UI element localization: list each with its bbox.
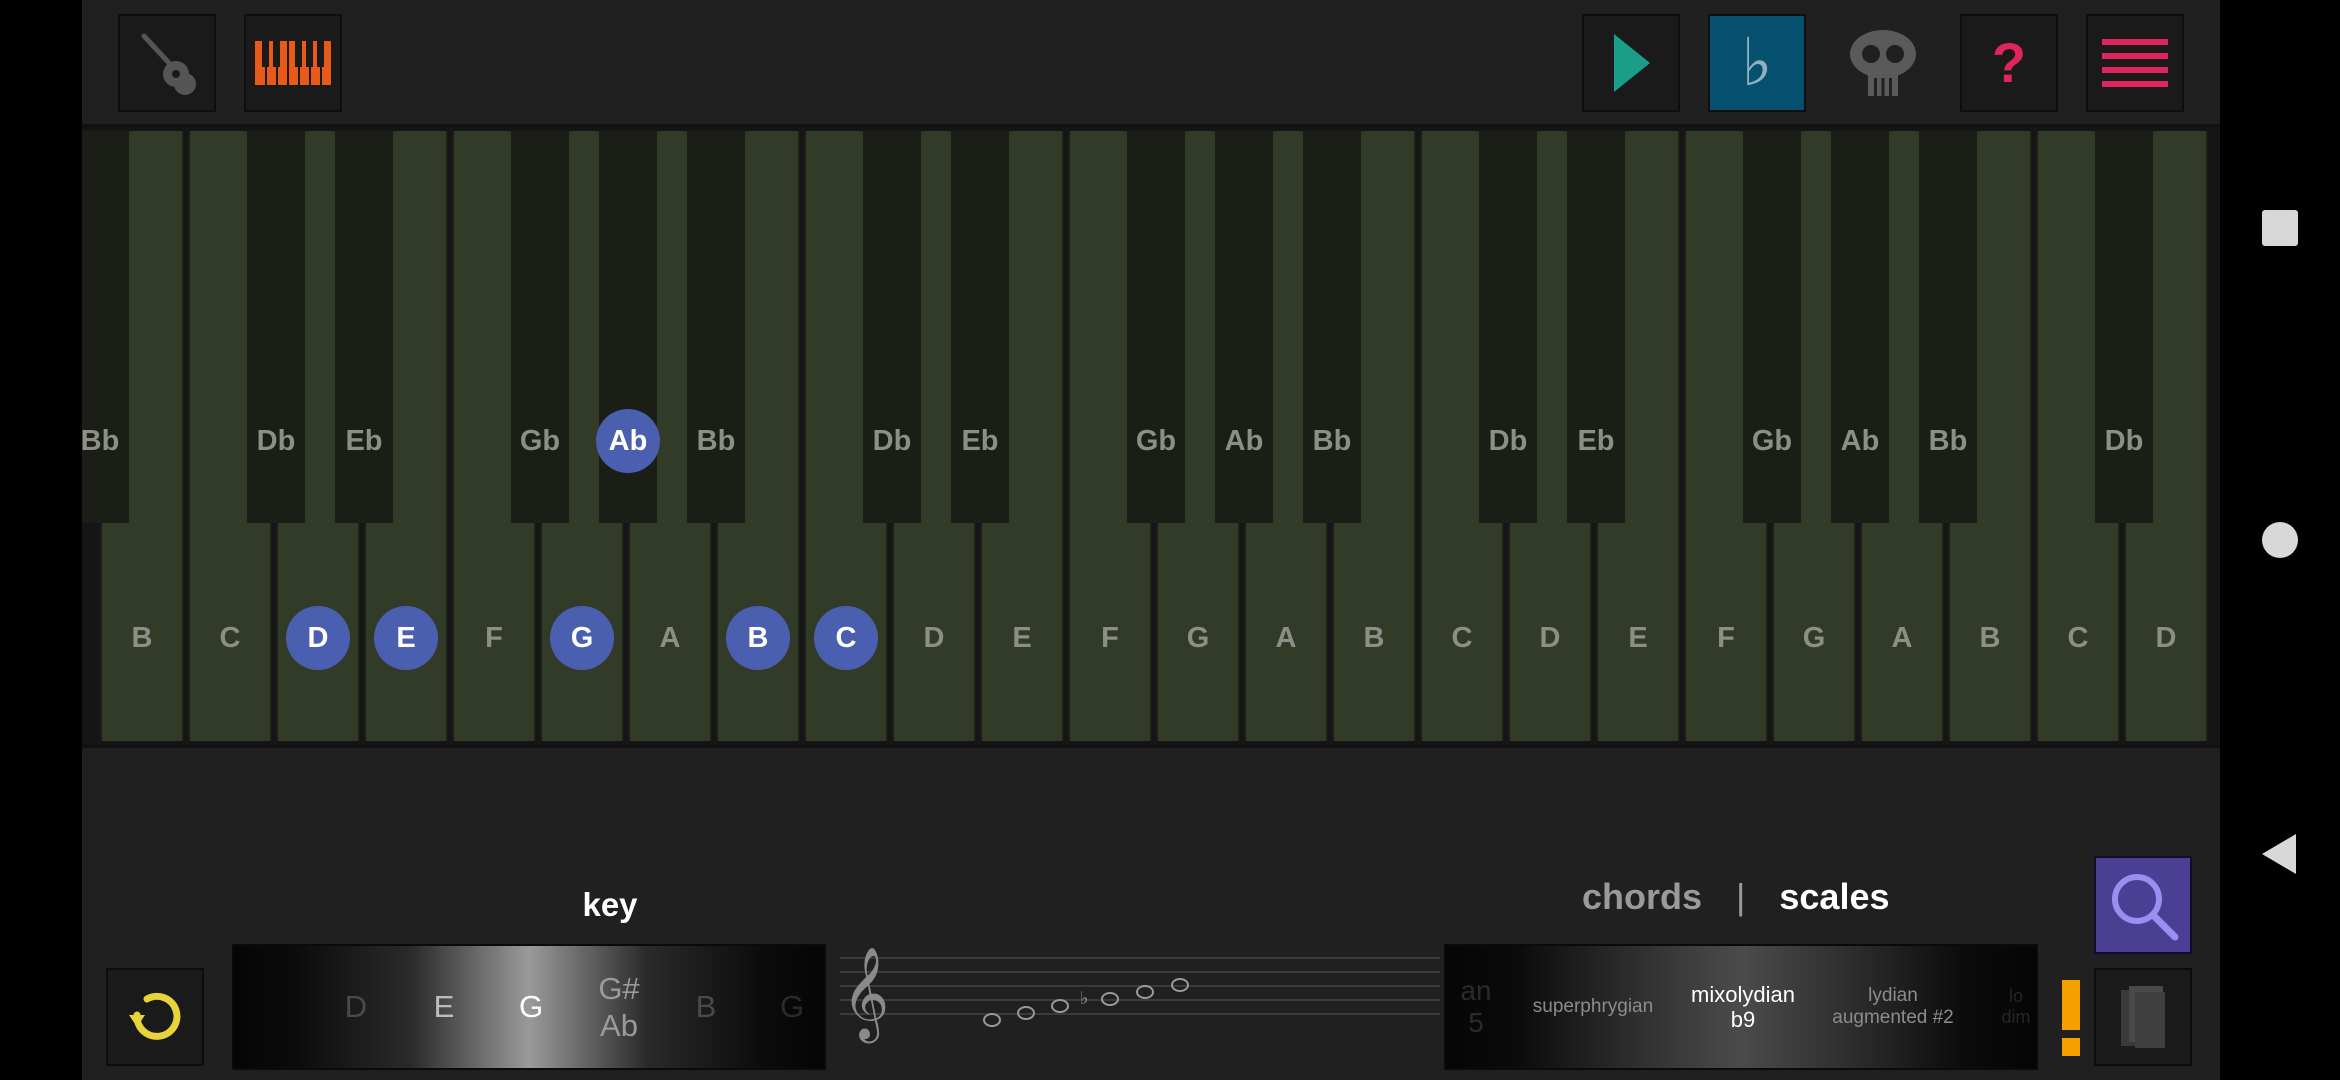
white-key-label: C <box>814 606 878 670</box>
key-label: key <box>582 886 638 923</box>
white-key-label: E <box>1628 621 1648 654</box>
white-key-label: D <box>2155 621 2177 654</box>
music-staff: 𝄞 ♭ <box>840 946 1440 1043</box>
white-key-label: C <box>2067 621 2089 654</box>
white-key-label: E <box>374 606 438 670</box>
black-key-label: Bb <box>696 424 736 457</box>
skull-button[interactable] <box>1834 14 1932 112</box>
black-key-label: Bb <box>1928 424 1968 457</box>
piano-mode-button[interactable] <box>244 14 342 112</box>
black-key-label: Eb <box>1577 424 1615 457</box>
white-key-label: G <box>1186 621 1210 654</box>
white-key-label: F <box>485 621 503 654</box>
white-key-label: A <box>659 621 681 654</box>
undo-button[interactable] <box>106 968 204 1066</box>
piano-keyboard[interactable]: B C D E F G A B C D E F G A B C D E F G A B C D Bb Db Eb Gb Ab Bb Db Eb… <box>82 124 2220 748</box>
back-icon[interactable] <box>2260 832 2300 876</box>
tab-chords[interactable]: chords <box>1582 876 1702 918</box>
guitar-icon <box>141 33 196 95</box>
white-key-label: C <box>219 621 241 654</box>
tab-scales[interactable]: scales <box>1779 876 1889 918</box>
menu-button[interactable] <box>2086 14 2184 112</box>
piano-icon <box>255 41 331 85</box>
key-option-selected[interactable]: G <box>491 946 571 1068</box>
scale-picker-wheel[interactable]: an 5 superphrygian mixolydian b9 lydian aug… <box>1444 944 2038 1070</box>
search-icon <box>2112 874 2179 941</box>
white-key-label: C <box>1451 621 1473 654</box>
black-key-label: Db <box>872 424 912 457</box>
flat-toggle-button[interactable]: ♭ <box>1708 14 1806 112</box>
help-icon: ? <box>1991 31 2027 94</box>
tab-separator: | <box>1736 876 1746 917</box>
recents-icon[interactable] <box>2260 208 2300 248</box>
chords-scales-tabs: chords | scales <box>1582 872 1890 922</box>
black-key-label: Db <box>1488 424 1528 457</box>
flat-sign: ♭ <box>1080 988 1089 1009</box>
white-key-label: F <box>1101 621 1119 654</box>
white-key-label: A <box>1275 621 1297 654</box>
black-key-label: Gb <box>1751 424 1793 457</box>
undo-icon <box>129 992 181 1040</box>
key-option[interactable]: D <box>316 946 396 1068</box>
key-option[interactable]: G <box>752 946 824 1068</box>
white-key-label: A <box>1891 621 1913 654</box>
white-key-label: D <box>1539 621 1561 654</box>
app-window: ♭ ? B C D E F G A B C D E F G A B C D E F G A B C D Bb Db Eb Gb Ab Bb… <box>82 0 2220 1080</box>
treble-clef-icon: 𝄞 <box>842 946 889 1043</box>
white-key-label: B <box>1363 621 1385 654</box>
skull-icon <box>1850 30 1916 96</box>
help-button[interactable]: ? <box>1960 14 2058 112</box>
home-icon[interactable] <box>2260 520 2300 560</box>
search-button[interactable] <box>2094 856 2192 954</box>
black-key-label: Bb <box>1312 424 1352 457</box>
white-key-label: D <box>286 606 350 670</box>
guitar-mode-button[interactable] <box>118 14 216 112</box>
black-key-label: Ab <box>1840 424 1880 457</box>
white-key-label: E <box>1012 621 1032 654</box>
black-key-label: Db <box>2104 424 2144 457</box>
black-key-label: Eb <box>961 424 999 457</box>
white-key-label: D <box>923 621 945 654</box>
scale-option[interactable]: superphrygian <box>1513 946 1673 1068</box>
play-button[interactable] <box>1582 14 1680 112</box>
white-key-label: B <box>1979 621 2001 654</box>
white-key-label: B <box>726 606 790 670</box>
scale-option[interactable]: lo dim <box>1936 946 2036 1068</box>
library-button[interactable] <box>2094 968 2192 1066</box>
black-key-label: Ab <box>596 409 660 473</box>
flat-icon: ♭ <box>1741 24 1773 101</box>
play-icon <box>1614 34 1650 92</box>
book-stack-icon <box>2121 986 2165 1048</box>
key-picker-wheel[interactable]: D E G G# Ab B G <box>232 944 826 1070</box>
black-key-label: Ab <box>1224 424 1264 457</box>
black-key-label: Gb <box>519 424 561 457</box>
menu-icon <box>2102 39 2168 87</box>
white-key-label: G <box>550 606 614 670</box>
black-key-label: Db <box>256 424 296 457</box>
black-key-label: Eb <box>345 424 383 457</box>
warning-icon[interactable] <box>2058 980 2084 1056</box>
key-option[interactable]: E <box>404 946 484 1068</box>
black-key-label: Gb <box>1135 424 1177 457</box>
white-key-label: B <box>131 621 153 654</box>
white-key-label: F <box>1717 621 1735 654</box>
key-option[interactable]: G# Ab <box>579 946 659 1068</box>
key-option[interactable]: B <box>666 946 746 1068</box>
scale-option-selected[interactable]: mixolydian b9 <box>1663 946 1823 1068</box>
white-key-label: G <box>1802 621 1826 654</box>
